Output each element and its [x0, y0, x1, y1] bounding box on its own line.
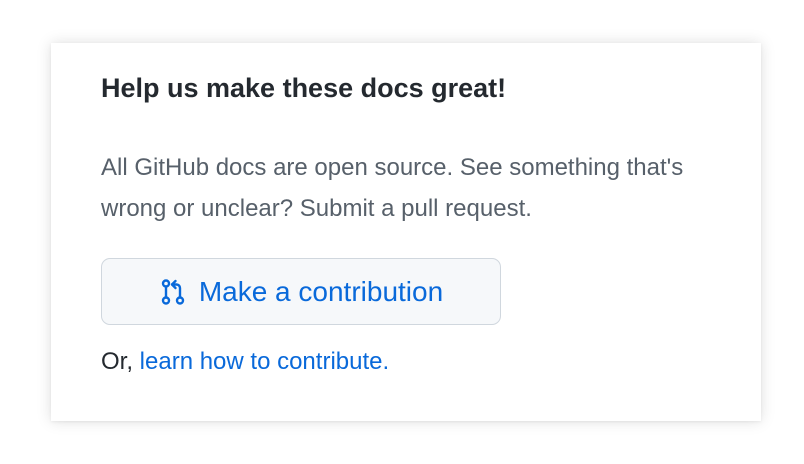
contribute-alternative: Or, learn how to contribute.	[101, 348, 389, 376]
make-contribution-label: Make a contribution	[198, 275, 444, 307]
alt-prefix-text: Or,	[101, 348, 140, 375]
learn-how-to-contribute-link[interactable]: learn how to contribute.	[140, 348, 389, 375]
git-pull-request-icon	[159, 278, 187, 306]
make-contribution-button[interactable]: Make a contribution	[101, 258, 501, 325]
card-title: Help us make these docs great!	[101, 73, 507, 103]
card-description: All GitHub docs are open source. See som…	[101, 154, 684, 222]
contribution-card: Help us make these docs great! All GitHu…	[51, 43, 761, 421]
